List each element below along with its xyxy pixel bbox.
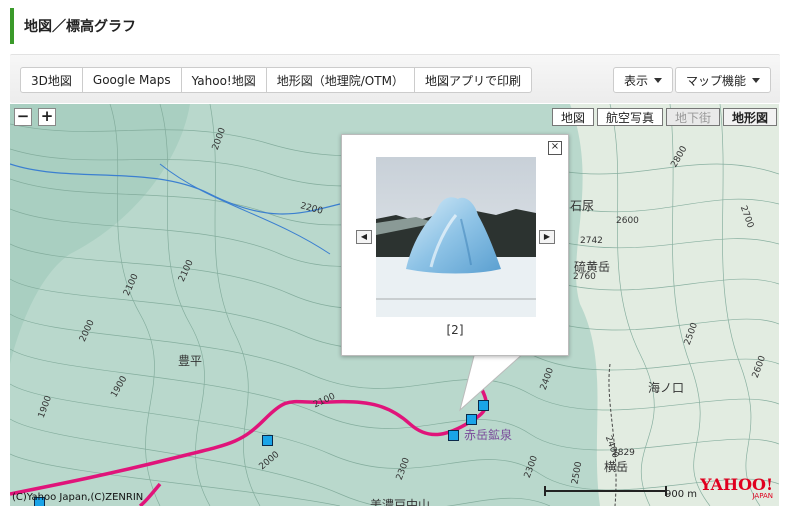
place-label-toyohira: 豊平: [178, 354, 203, 368]
ice-sculpture-photo[interactable]: [376, 157, 536, 317]
contour-label: 2600: [616, 216, 639, 226]
popup-pointer: [459, 352, 526, 412]
google-maps-button[interactable]: Google Maps: [82, 67, 182, 93]
map-type-switcher: 地図 航空写真 地下街 地形図: [549, 108, 777, 126]
map-copyright: (C)Yahoo Japan,(C)ZENRIN: [12, 492, 144, 503]
3d-map-button[interactable]: 3D地図: [20, 67, 83, 93]
place-label-mino: 美濃戸中山: [370, 498, 431, 506]
elevation-label: 2760: [573, 272, 596, 282]
page-title: 地図／標高グラフ: [24, 19, 136, 35]
map-functions-dropdown[interactable]: マップ機能: [675, 67, 772, 93]
chevron-down-icon: [752, 77, 761, 83]
photo-marker[interactable]: [448, 430, 459, 441]
photo-popup: × ◀ ▶ [2]: [341, 134, 569, 356]
photo-marker[interactable]: [466, 414, 477, 425]
next-photo-button[interactable]: ▶: [539, 230, 555, 244]
place-label-yokodake: 横岳: [604, 460, 629, 474]
map-type-standard[interactable]: 地図: [551, 108, 594, 126]
map-canvas[interactable]: − + 地図 航空写真 地下街 地形図 2000 2200 2100 2000 …: [10, 104, 779, 506]
scale-bar: [544, 486, 667, 496]
elevation-label: 2742: [580, 236, 603, 246]
map-type-underground: 地下街: [665, 108, 720, 126]
yahoo-japan-logo: YAHOO! JAPAN: [700, 475, 773, 501]
chevron-down-icon: [654, 77, 663, 83]
yahoo-map-button[interactable]: Yahoo!地図: [181, 67, 267, 93]
elevation-label: 2829: [612, 448, 635, 458]
photo-marker[interactable]: [262, 435, 273, 446]
print-map-button[interactable]: 地図アプリで印刷: [414, 67, 532, 93]
map-provider-group: 3D地図 Google Maps Yahoo!地図 地形図（地理院/OTM） 地…: [20, 67, 532, 93]
topo-map-button[interactable]: 地形図（地理院/OTM）: [266, 67, 415, 93]
zoom-out-button[interactable]: −: [14, 108, 32, 126]
map-toolbar: 3D地図 Google Maps Yahoo!地図 地形図（地理院/OTM） 地…: [10, 54, 780, 103]
photo-caption: [2]: [446, 323, 464, 337]
map-type-aerial[interactable]: 航空写真: [596, 108, 663, 126]
zoom-in-button[interactable]: +: [38, 108, 56, 126]
prev-photo-button[interactable]: ◀: [356, 230, 372, 244]
display-label: 表示: [624, 73, 649, 88]
display-dropdown[interactable]: 表示: [613, 67, 674, 93]
map-type-terrain[interactable]: 地形図: [722, 108, 777, 126]
place-label-hainokuchi: 海ノ口: [648, 381, 685, 395]
logo-main-text: YAHOO!: [700, 475, 773, 494]
place-label-ishimiza: 石尿: [570, 199, 595, 213]
scale-label: 900 m: [665, 489, 698, 500]
close-icon[interactable]: ×: [548, 141, 562, 155]
place-label-akadake-kosen: 赤岳鉱泉: [464, 428, 513, 442]
page-header: 地図／標高グラフ: [10, 8, 780, 44]
map-functions-label: マップ機能: [686, 73, 747, 88]
